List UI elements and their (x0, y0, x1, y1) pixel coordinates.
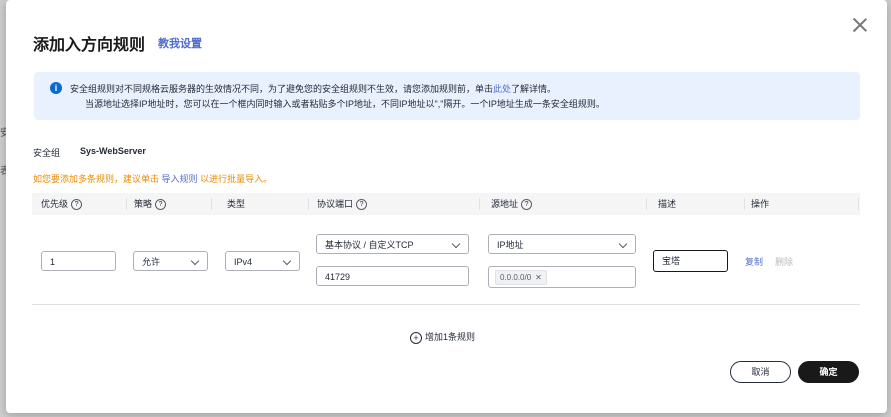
security-group-label: 安全组 (33, 148, 61, 158)
copy-rule-link[interactable]: 复制 (745, 255, 763, 268)
header-protocol-port: 协议端口? (317, 193, 368, 215)
header-divider (479, 198, 480, 210)
security-group-name: Sys-WebServer (80, 146, 146, 156)
header-priority: 优先级? (41, 193, 83, 215)
header-actions: 操作 (751, 199, 770, 209)
info-text: 安全组规则对不同规格云服务器的生效情况不同，为了避免您的安全组规则不生效，请您添… (70, 84, 494, 94)
import-rules-link[interactable]: 导入规则 (162, 174, 198, 184)
tip-text: 以进行批量导入。 (200, 174, 273, 184)
chevron-down-icon (451, 239, 461, 249)
chevron-down-icon (190, 256, 200, 266)
header-divider (858, 198, 859, 210)
port-input[interactable]: 41729 (316, 266, 469, 286)
ip-tag: 0.0.0.0/0 ✕ (495, 270, 547, 285)
tip-text: 如您要添加多条规则，建议单击 (33, 174, 160, 184)
chevron-down-icon (282, 256, 292, 266)
protocol-value: 基本协议 / 自定义TCP (325, 240, 414, 250)
source-type-value: IP地址 (497, 240, 524, 250)
header-policy: 策略? (134, 193, 167, 215)
header-label: 优先级 (41, 199, 69, 209)
policy-value: 允许 (142, 257, 161, 267)
header-label: 协议端口 (317, 199, 354, 209)
header-divider (126, 198, 127, 210)
add-rule-button[interactable]: + 增加1条规则 (410, 330, 475, 344)
remove-tag-icon[interactable]: ✕ (535, 273, 542, 282)
delete-rule-link[interactable]: 删除 (775, 255, 793, 268)
header-source: 源地址? (491, 193, 533, 215)
header-label: 源地址 (491, 199, 519, 209)
info-details-link[interactable]: 此处 (493, 84, 511, 94)
header-divider (646, 198, 647, 210)
type-select[interactable]: IPv4 (225, 251, 300, 271)
header-divider (308, 198, 309, 210)
table-header: 优先级? 策略? 类型 协议端口? 源地址? 描述 操作 (32, 193, 860, 215)
plus-circle-icon: + (410, 331, 422, 344)
dialog-title: 添加入方向规则 (33, 37, 146, 54)
confirm-button[interactable]: 确定 (798, 361, 859, 383)
header-divider (211, 198, 212, 210)
add-inbound-rule-dialog: 添加入方向规则 教我设置 i 安全组规则对不同规格云服务器的生效情况不同，为了避… (6, 0, 887, 413)
info-line-1: 安全组规则对不同规格云服务器的生效情况不同，为了避免您的安全组规则不生效，请您添… (70, 82, 556, 95)
protocol-select[interactable]: 基本协议 / 自定义TCP (316, 234, 469, 254)
header-description: 描述 (658, 199, 677, 209)
policy-select[interactable]: 允许 (133, 251, 208, 271)
priority-input[interactable]: 1 (41, 251, 116, 271)
help-link[interactable]: 教我设置 (158, 35, 202, 51)
question-icon[interactable]: ? (71, 199, 83, 211)
cancel-button[interactable]: 取消 (730, 361, 791, 383)
description-input[interactable]: 宝塔 (653, 250, 728, 272)
header-type: 类型 (227, 199, 246, 209)
ip-tag-label: 0.0.0.0/0 (500, 273, 532, 282)
header-divider (744, 198, 745, 210)
add-rule-label: 增加1条规则 (425, 332, 476, 342)
question-icon[interactable]: ? (155, 199, 167, 211)
info-text: 了解详情。 (511, 84, 557, 94)
close-icon[interactable] (851, 16, 869, 34)
source-type-select[interactable]: IP地址 (488, 234, 636, 254)
question-icon[interactable]: ? (356, 199, 368, 211)
row-divider (32, 304, 860, 305)
question-icon[interactable]: ? (521, 199, 533, 211)
info-icon: i (50, 82, 62, 94)
info-banner: i 安全组规则对不同规格云服务器的生效情况不同，为了避免您的安全组规则不生效，请… (34, 72, 860, 120)
chevron-down-icon (618, 239, 628, 249)
header-label: 策略 (134, 199, 153, 209)
import-tip: 如您要添加多条规则，建议单击 导入规则 以进行批量导入。 (33, 172, 272, 185)
type-value: IPv4 (234, 257, 253, 267)
source-address-input[interactable]: 0.0.0.0/0 ✕ (488, 266, 636, 288)
info-line-2: 当源地址选择IP地址时，您可以在一个框内同时输入或者粘贴多个IP地址，不同IP地… (85, 99, 605, 109)
